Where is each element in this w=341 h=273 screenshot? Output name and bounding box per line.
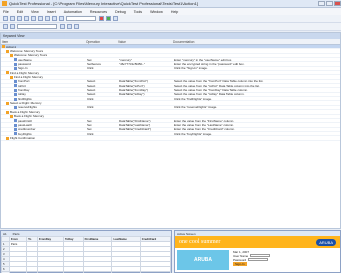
object-icon bbox=[14, 106, 17, 110]
object-icon bbox=[14, 67, 17, 71]
col-item[interactable]: Item bbox=[1, 40, 86, 44]
tree-cell-op: Click bbox=[87, 66, 94, 71]
object-icon bbox=[14, 58, 17, 62]
data-grid: From To FromDay ToDay FirstName LastName Credi… bbox=[1, 236, 172, 273]
sign-in-form: Mar 1, 2007 User Name Password Sign-In bbox=[233, 250, 271, 270]
title-bar: QuickTest Professional - [C:\Program Fil… bbox=[0, 0, 341, 8]
sign-in-button[interactable]: Sign-In bbox=[233, 262, 247, 266]
menu-view[interactable]: View bbox=[31, 10, 39, 14]
run-icon[interactable] bbox=[106, 16, 111, 21]
checkpoint-icon[interactable] bbox=[67, 24, 72, 29]
menu-window[interactable]: Window bbox=[150, 10, 163, 14]
step-selector[interactable] bbox=[17, 24, 57, 29]
object-icon bbox=[14, 123, 17, 127]
open-icon[interactable] bbox=[10, 16, 15, 21]
tree-cell-op: Click bbox=[87, 96, 94, 101]
output-icon[interactable] bbox=[74, 24, 79, 29]
banner: one cool summer ARUBA bbox=[175, 236, 340, 248]
menu-resources[interactable]: Resources bbox=[90, 10, 107, 14]
object-icon bbox=[14, 119, 17, 123]
object-icon bbox=[14, 97, 17, 101]
redo-icon[interactable] bbox=[59, 16, 64, 21]
object-icon bbox=[14, 84, 17, 88]
menu-help[interactable]: Help bbox=[171, 10, 178, 14]
tree-cell-val: DataTable("CreditCard") bbox=[119, 127, 152, 132]
tree-cell-op: Click bbox=[87, 131, 94, 136]
cut-icon[interactable] bbox=[31, 16, 36, 21]
menu-debug[interactable]: Debug bbox=[115, 10, 126, 14]
object-icon bbox=[14, 127, 17, 131]
cell-ref: A1 bbox=[3, 231, 7, 236]
paste-icon[interactable] bbox=[45, 16, 50, 21]
step-icon[interactable] bbox=[60, 24, 65, 29]
tree-cell-doc: Click the "buyFlights" image. bbox=[174, 131, 212, 136]
menu-tools[interactable]: Tools bbox=[134, 10, 142, 14]
active-screen-panel: Active Screen one cool summer ARUBA ARUB… bbox=[174, 230, 341, 273]
menu-insert[interactable]: Insert bbox=[47, 10, 56, 14]
app-window: QuickTest Professional - [C:\Program Fil… bbox=[0, 0, 341, 273]
menu-file[interactable]: File bbox=[3, 10, 9, 14]
destination-image: ARUBA bbox=[177, 250, 229, 270]
expert-view-icon[interactable] bbox=[10, 24, 15, 29]
toolbar-secondary bbox=[0, 23, 341, 31]
object-icon bbox=[14, 88, 17, 92]
cell-value[interactable]: Paris bbox=[13, 232, 20, 236]
tree-cell-val: DataTable("toDay") bbox=[119, 92, 145, 97]
object-icon bbox=[14, 93, 17, 97]
record-icon[interactable] bbox=[99, 16, 104, 21]
password-input[interactable] bbox=[248, 258, 269, 261]
tree-row[interactable]: Flight Confirmation bbox=[1, 136, 340, 141]
print-icon[interactable] bbox=[24, 16, 29, 21]
logo: ARUBA bbox=[316, 238, 336, 246]
app-icon bbox=[2, 1, 7, 6]
object-icon bbox=[14, 132, 17, 136]
close-icon[interactable] bbox=[334, 1, 341, 6]
tree-cell-val: "46c77731c5fd5b.." bbox=[119, 62, 145, 67]
copy-icon[interactable] bbox=[38, 16, 43, 21]
minimize-icon[interactable] bbox=[318, 1, 325, 6]
object-icon bbox=[14, 80, 17, 84]
page-icon bbox=[6, 71, 9, 75]
page-icon bbox=[6, 49, 9, 53]
tree-cell-op: Click bbox=[87, 105, 94, 110]
undo-icon[interactable] bbox=[52, 16, 57, 21]
tree-cell-item: Flight Confirmation bbox=[1, 136, 86, 140]
keyword-view-icon[interactable] bbox=[3, 24, 8, 29]
toolbar-main bbox=[0, 15, 341, 23]
new-icon[interactable] bbox=[3, 16, 8, 21]
window-title: QuickTest Professional - [C:\Program Fil… bbox=[9, 1, 198, 6]
col-value[interactable]: Value bbox=[118, 40, 173, 44]
page-icon bbox=[10, 75, 13, 79]
page-icon bbox=[10, 54, 13, 58]
object-icon bbox=[14, 62, 17, 66]
data-table-panel: A1 Paris From To FromDay ToDay FirstName Last… bbox=[0, 230, 172, 273]
tree-rows: Action1 Welcome: Mercury Tours Welcome: Me… bbox=[1, 45, 340, 141]
tree-cell-doc: Click the "reserveFlights" image. bbox=[174, 105, 218, 110]
col-operation[interactable]: Operation bbox=[86, 40, 118, 44]
menu-edit[interactable]: Edit bbox=[17, 10, 23, 14]
menu-bar: File Edit View Insert Automation Resourc… bbox=[0, 8, 341, 15]
page-icon bbox=[6, 110, 9, 114]
tree-cell-doc: Click the "findFlights" image. bbox=[174, 96, 212, 101]
menu-automation[interactable]: Automation bbox=[64, 10, 82, 14]
action-selector[interactable] bbox=[66, 16, 96, 21]
panel-title: Keyword View bbox=[3, 34, 25, 38]
col-documentation[interactable]: Documentation bbox=[173, 40, 340, 44]
page-icon bbox=[10, 114, 13, 118]
stop-icon[interactable] bbox=[113, 16, 118, 21]
tree-cell-doc: Click the "Sign-In" image. bbox=[174, 66, 208, 71]
page-icon bbox=[2, 45, 5, 49]
page-icon bbox=[6, 101, 9, 105]
page-icon bbox=[6, 136, 9, 140]
keyword-view-panel: Keyword View Item Operation Value Docume… bbox=[0, 32, 341, 229]
banner-text: one cool summer bbox=[179, 239, 221, 245]
maximize-icon[interactable] bbox=[326, 1, 333, 6]
username-input[interactable] bbox=[250, 254, 271, 257]
web-body: ARUBA Mar 1, 2007 User Name Password Sig… bbox=[175, 248, 340, 272]
save-icon[interactable] bbox=[17, 16, 22, 21]
